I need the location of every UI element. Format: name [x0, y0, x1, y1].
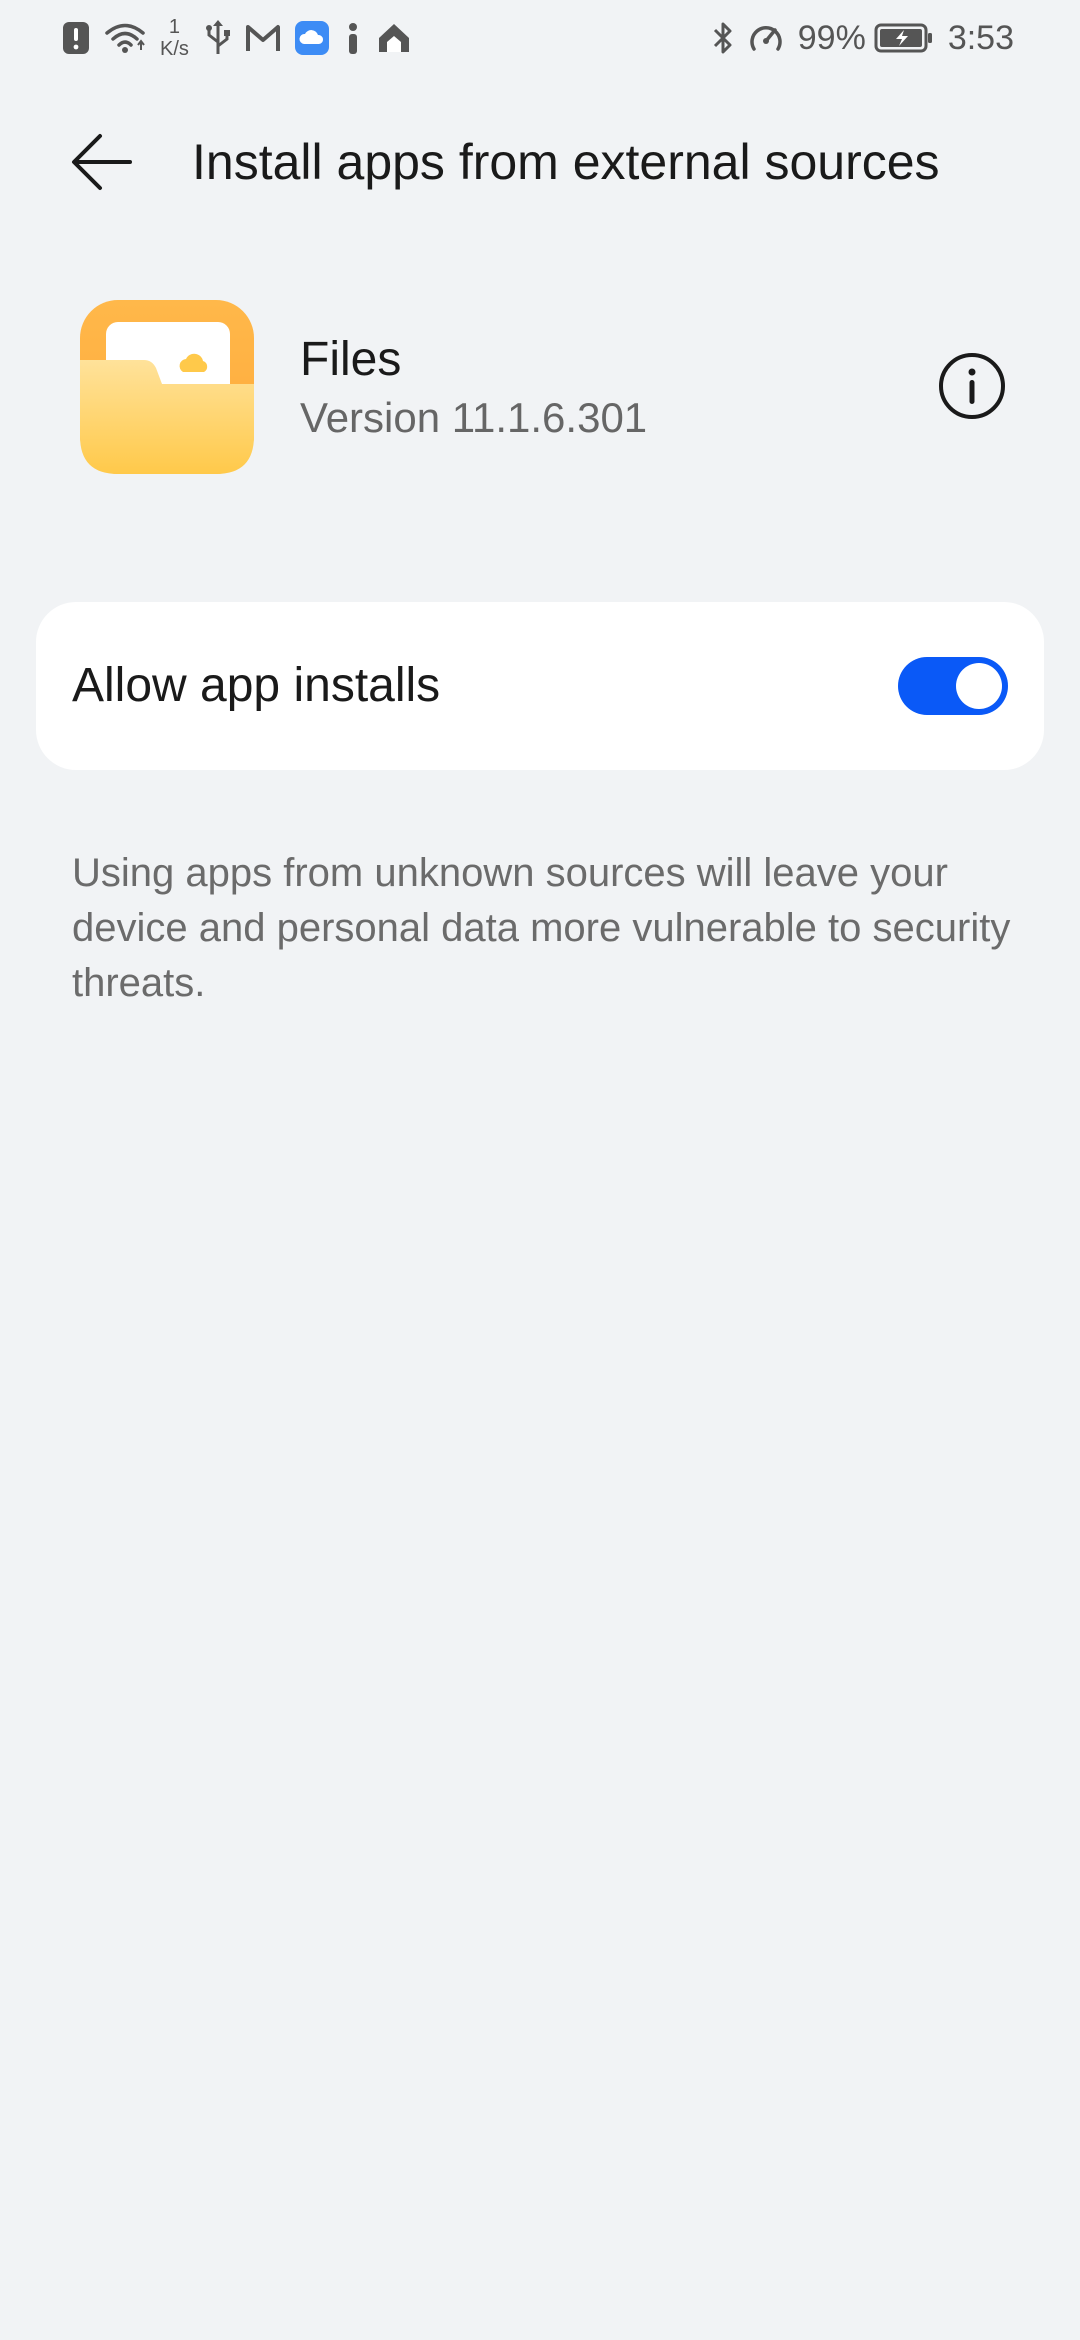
allow-installs-toggle[interactable]: [898, 657, 1008, 715]
clock: 3:53: [947, 18, 1014, 57]
files-folder-icon: [80, 300, 254, 474]
security-warning-text: Using apps from unknown sources will lea…: [72, 851, 1011, 1005]
speedometer-icon: [748, 21, 784, 55]
alert-icon: [62, 21, 90, 55]
toggle-knob: [956, 663, 1002, 709]
info-circle-icon: [939, 353, 1005, 419]
gmail-icon: [245, 23, 281, 53]
info-app-icon: [343, 21, 363, 55]
battery-charging-icon: [874, 23, 934, 53]
app-info-row: Files Version 11.1.6.301: [0, 296, 1080, 476]
status-bar-left: 1 K/s: [62, 0, 425, 76]
usb-icon: [205, 20, 231, 56]
network-speed: 1 K/s: [160, 16, 189, 60]
battery-percent: 99%: [797, 18, 866, 57]
wifi-icon: [104, 21, 146, 55]
app-info-button[interactable]: [932, 346, 1012, 426]
back-button[interactable]: [62, 122, 142, 202]
status-bar-right: 99% 3:53: [712, 0, 1014, 76]
home-app-icon: [377, 22, 411, 54]
cloud-app-icon: [294, 21, 329, 55]
network-speed-value: 1: [168, 16, 181, 38]
allow-installs-card[interactable]: Allow app installs: [36, 602, 1044, 770]
app-bar: Install apps from external sources: [0, 100, 1080, 224]
app-name: Files: [300, 333, 402, 386]
app-version: Version 11.1.6.301: [300, 394, 648, 441]
arrow-left-icon: [72, 134, 132, 190]
status-bar: 1 K/s 99% 3:53: [0, 0, 1080, 76]
page-title: Install apps from external sources: [192, 134, 940, 190]
bluetooth-icon: [712, 21, 734, 55]
allow-installs-label: Allow app installs: [72, 659, 441, 712]
network-speed-unit: K/s: [160, 38, 189, 60]
